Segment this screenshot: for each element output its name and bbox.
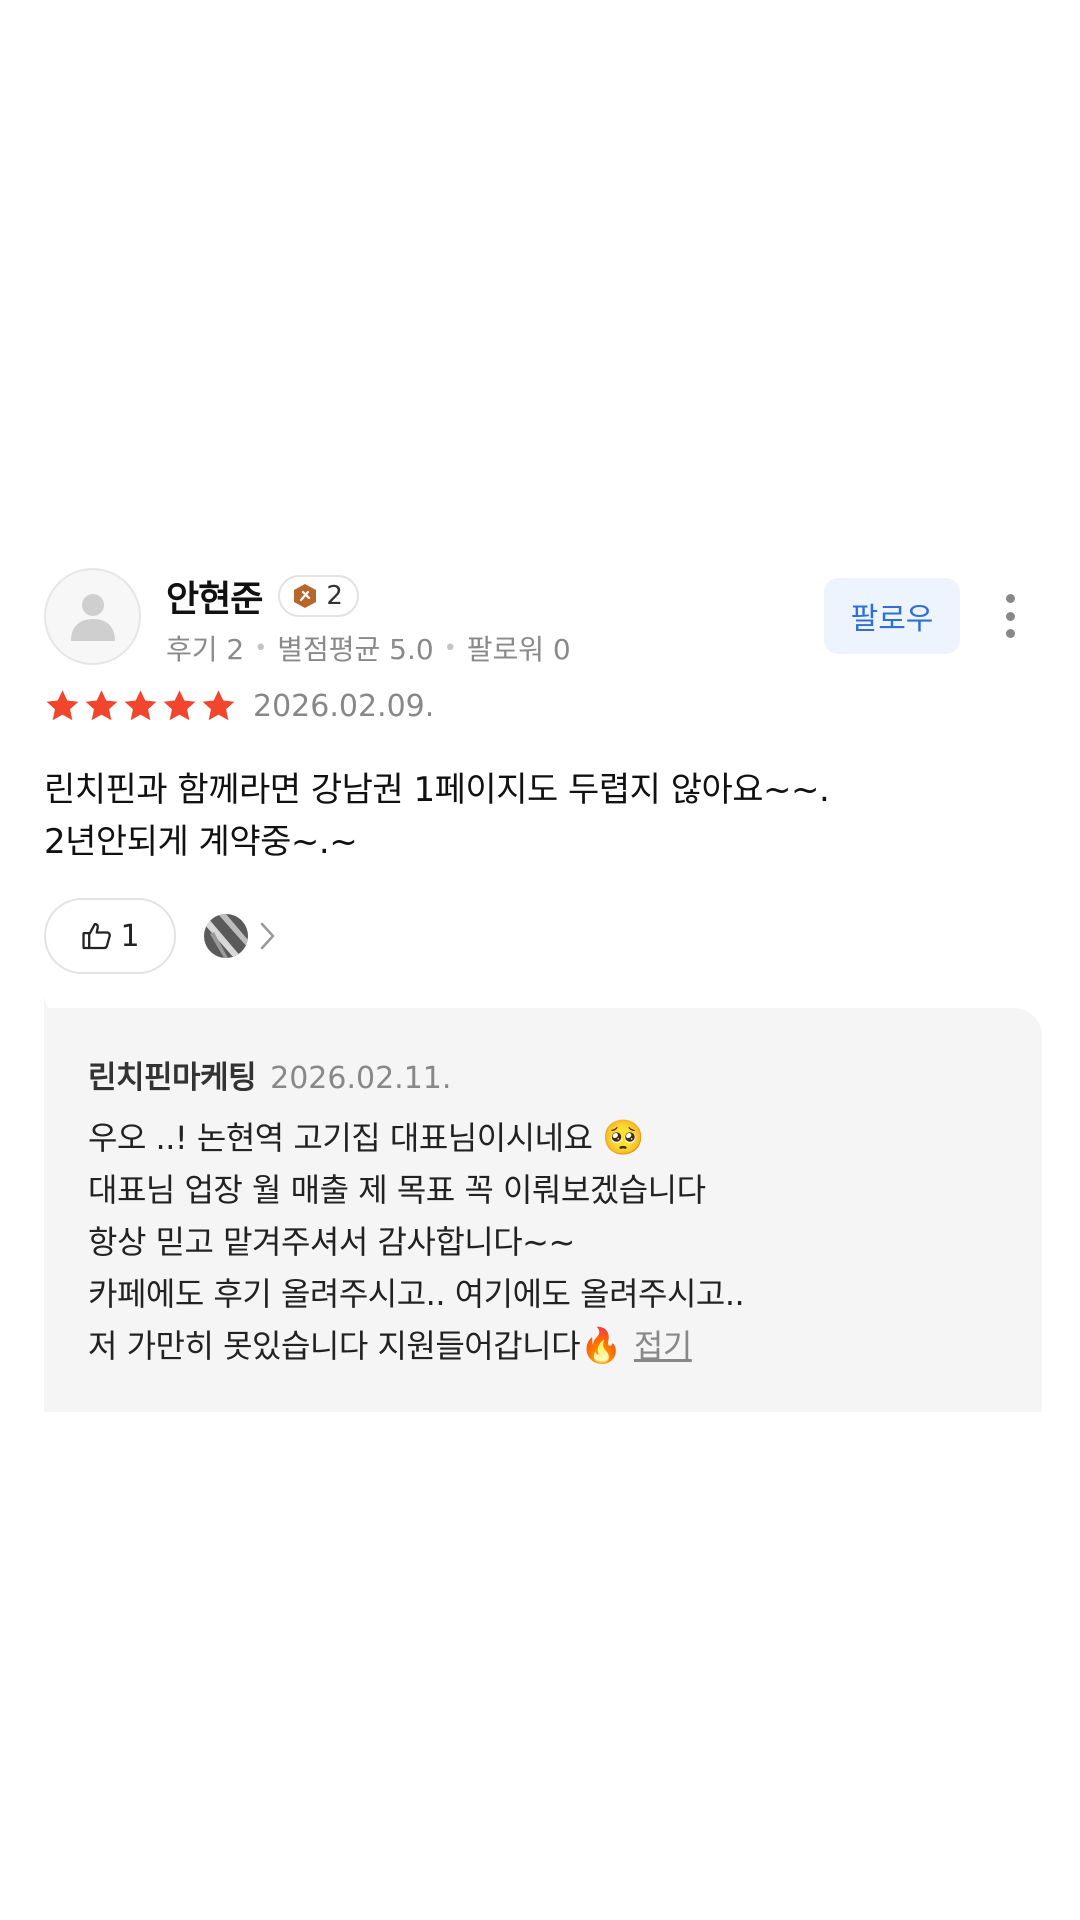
average-rating: 별점평균 5.0 (277, 633, 434, 666)
review-text-line: 린치핀과 함께라면 강남권 1페이지도 두렵지 않아요~~. (44, 770, 830, 810)
star-icon (163, 690, 196, 721)
review-count: 후기 2 (166, 633, 245, 666)
separator-dot: • (443, 635, 457, 661)
rating-row: 2026.02.09. (44, 688, 434, 725)
reply-text: 우오 ..! 논현역 고기집 대표님이시네요 🥺 대표님 업장 월 매출 제 목… (88, 1112, 1018, 1372)
thumbs-up-icon (82, 922, 112, 950)
reply-author: 린치핀마케팅 (88, 1060, 257, 1096)
chevron-right-icon[interactable] (258, 920, 278, 952)
separator-dot: • (254, 635, 268, 661)
user-name[interactable]: 안현준 (166, 570, 263, 622)
reply-text-line: 항상 믿고 맡겨주셔서 감사합니다~~ (88, 1223, 575, 1261)
star-icon (124, 690, 157, 721)
star-icon (202, 690, 235, 721)
collapse-link[interactable]: 접기 (634, 1327, 692, 1365)
photo-thumbnail-image (204, 914, 248, 958)
owner-reply: 린치핀마케팅 2026.02.11. 우오 ..! 논현역 고기집 대표님이시네… (44, 1008, 1042, 1412)
review-date: 2026.02.09. (253, 689, 435, 724)
fire-emoji: 🔥 (580, 1326, 622, 1366)
reply-date: 2026.02.11. (270, 1061, 452, 1096)
reply-text-line: 우오 ..! 논현역 고기집 대표님이시네요 🥺 (88, 1118, 644, 1158)
follower-count: 팔로워 0 (466, 633, 571, 666)
review-text: 린치핀과 함께라면 강남권 1페이지도 두렵지 않아요~~. 2년안되게 계약중… (44, 764, 1044, 868)
level-hexagon-icon (294, 584, 317, 608)
reply-text-line: 카페에도 후기 올려주시고.. 여기에도 올려주시고.. (88, 1275, 745, 1313)
person-icon (70, 593, 115, 641)
user-stats: 후기 2 • 별점평균 5.0 • 팔로워 0 (166, 628, 571, 668)
user-name-row: 안현준 2 (166, 570, 359, 622)
follow-button[interactable]: 팔로우 (824, 578, 960, 654)
review-photo-thumbnail[interactable] (204, 914, 248, 958)
level-number: 2 (326, 581, 343, 611)
reply-header: 린치핀마케팅 2026.02.11. (88, 1052, 451, 1097)
more-options-icon[interactable] (996, 588, 1024, 644)
like-count: 1 (120, 918, 140, 954)
like-button[interactable]: 1 (44, 898, 176, 974)
star-icon (46, 690, 79, 721)
review-text-line: 2년안되게 계약중~.~ (44, 822, 358, 862)
user-avatar[interactable] (44, 568, 141, 665)
star-icon (85, 690, 118, 721)
pleading-face-emoji: 🥺 (602, 1118, 644, 1158)
level-badge: 2 (278, 575, 359, 617)
reply-text-line: 저 가만히 못있습니다 지원들어갑니다🔥 접기 (88, 1326, 692, 1366)
reply-text-line: 대표님 업장 월 매출 제 목표 꼭 이뤄보겠습니다 (88, 1171, 706, 1209)
star-rating (44, 688, 237, 725)
